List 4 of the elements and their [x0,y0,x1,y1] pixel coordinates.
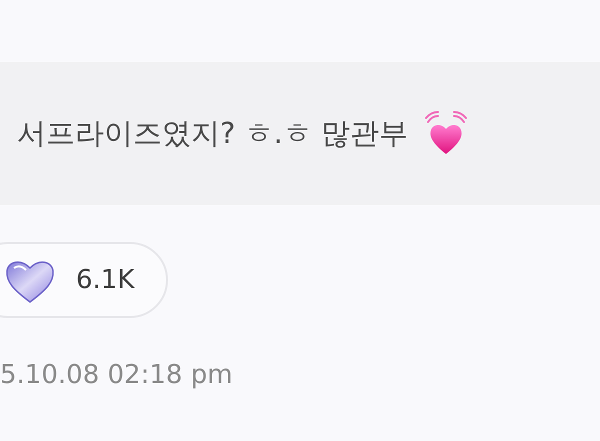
reaction-pill[interactable]: 6.1K [0,242,168,318]
message-text: 서프라이즈였지? ㅎ.ㅎ 많관부 [17,114,408,152]
reaction-count: 6.1K [76,264,134,296]
message-timestamp: 5.10.08 02:18 pm [0,359,234,392]
